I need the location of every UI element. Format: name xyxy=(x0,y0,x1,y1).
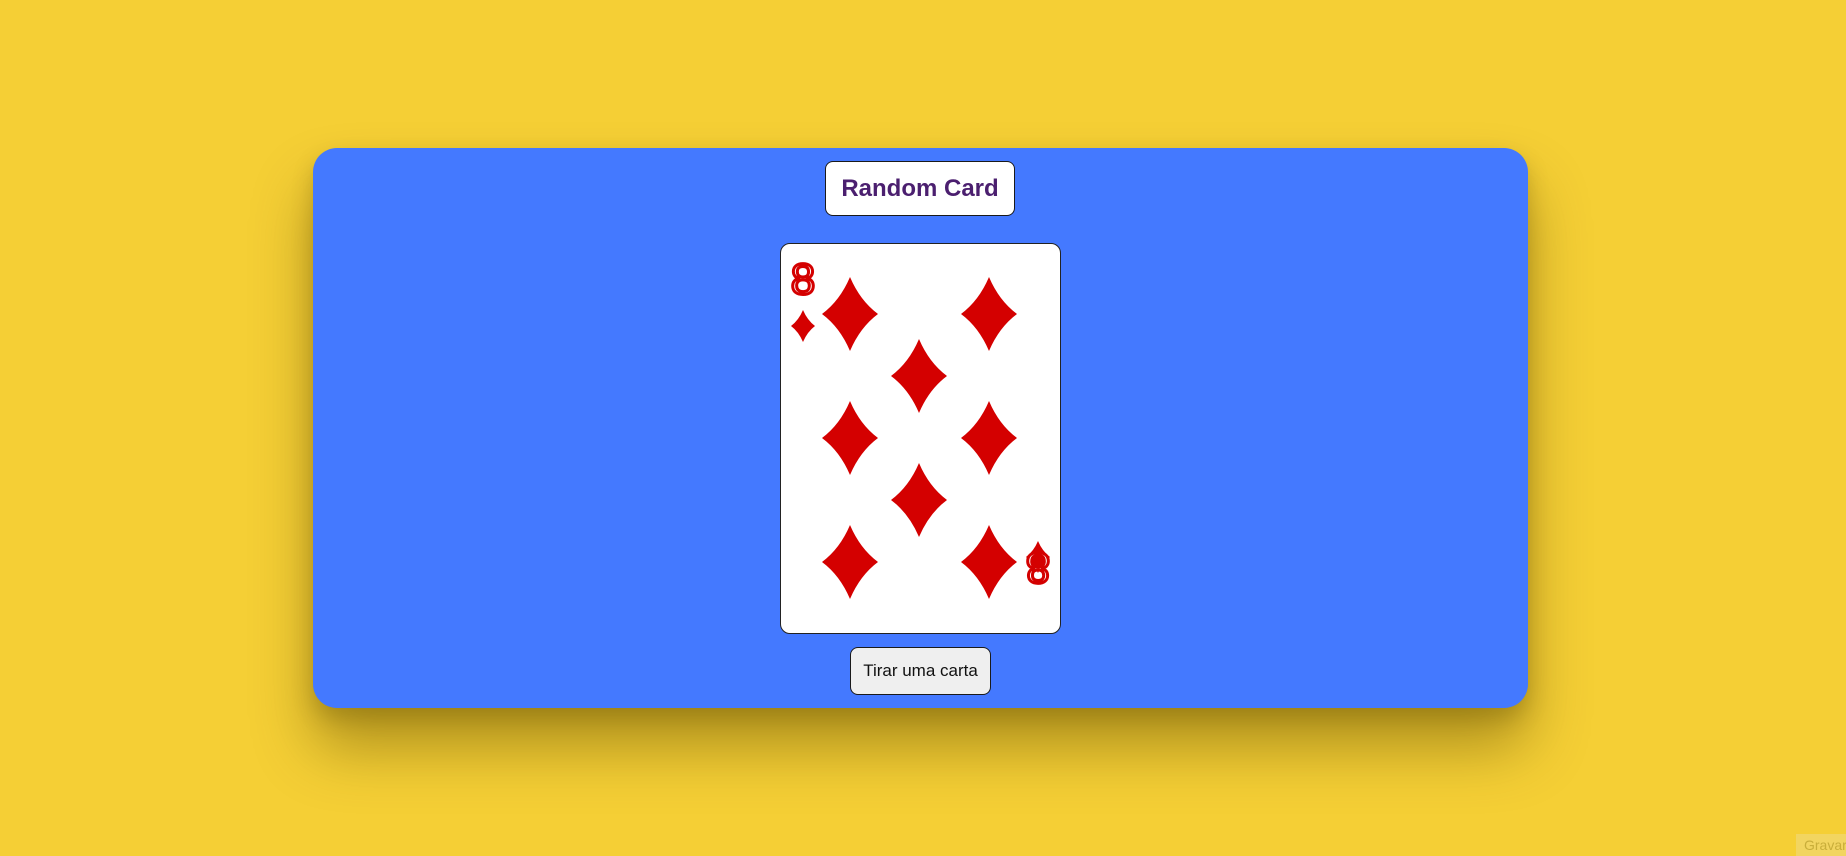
diamond-icon xyxy=(891,339,947,413)
diamond-icon xyxy=(822,401,878,475)
card-suit-top-icon xyxy=(791,310,815,342)
diamond-icon xyxy=(961,401,1017,475)
corner-label[interactable]: Gravar xyxy=(1796,834,1846,856)
card-face: 8 8 xyxy=(789,254,1052,599)
playing-card: 8 8 xyxy=(780,243,1061,634)
diamond-icon xyxy=(822,277,878,351)
diamond-icon xyxy=(961,525,1017,599)
title-box: Random Card xyxy=(825,161,1015,216)
diamond-icon xyxy=(961,277,1017,351)
card-rank-bottom: 8 xyxy=(1026,543,1050,592)
page-title: Random Card xyxy=(841,174,999,202)
diamond-icon xyxy=(891,463,947,537)
card-rank-top: 8 xyxy=(791,255,815,304)
draw-card-button[interactable]: Tirar uma carta xyxy=(850,647,991,695)
diamond-icon xyxy=(822,525,878,599)
